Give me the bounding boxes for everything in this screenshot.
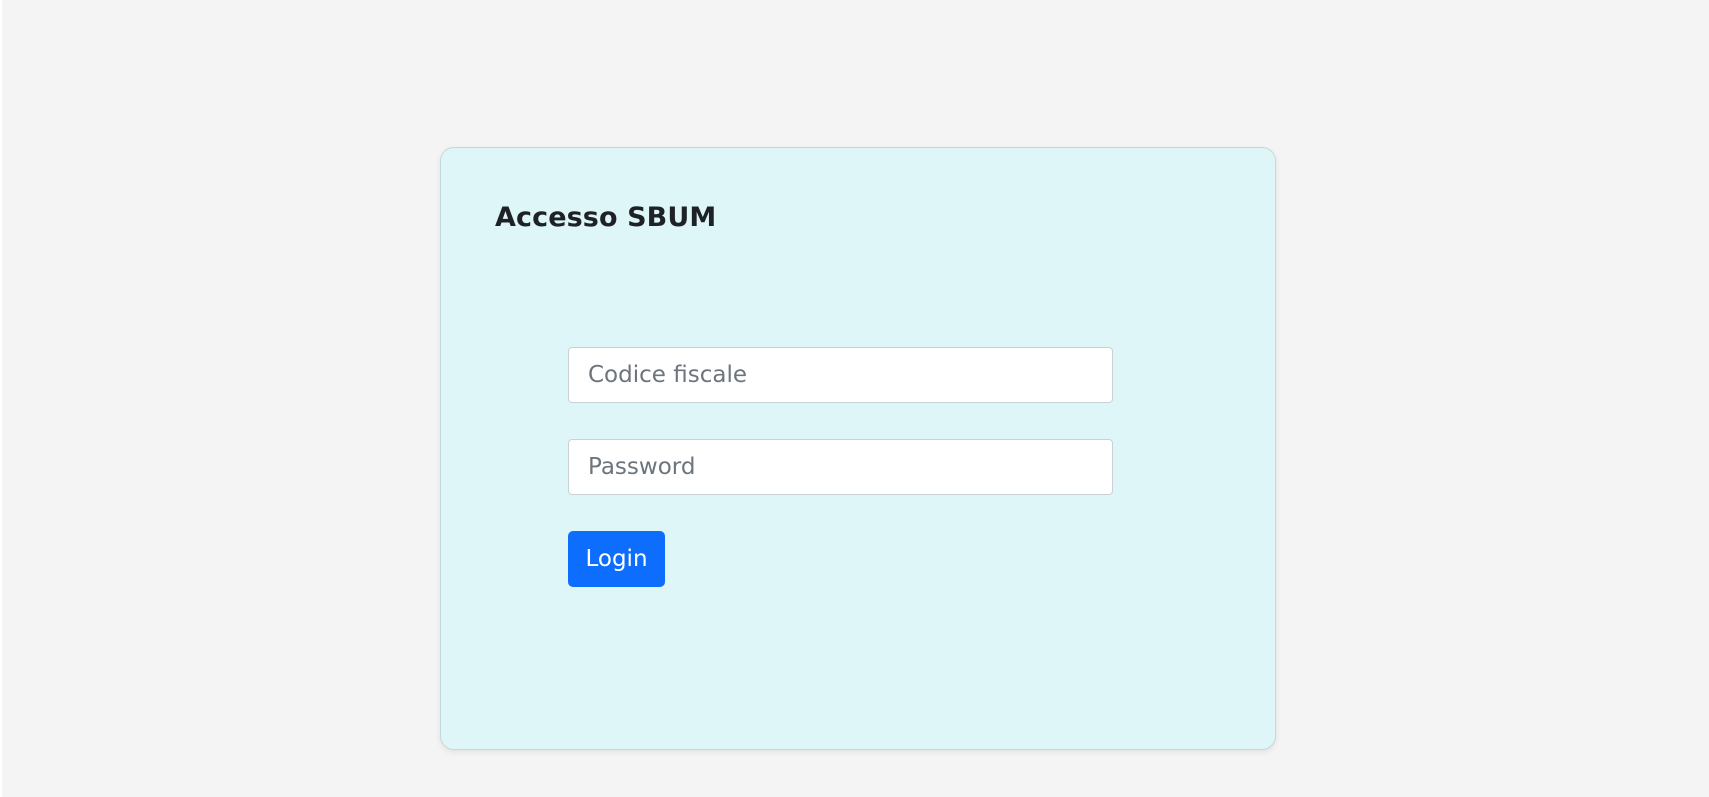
password-input[interactable]: [568, 439, 1113, 495]
login-title: Accesso SBUM: [495, 202, 717, 233]
login-form: Login: [568, 347, 1113, 587]
page-background: Accesso SBUM Login: [2, 0, 1709, 797]
login-button[interactable]: Login: [568, 531, 665, 587]
fiscal-code-input[interactable]: [568, 347, 1113, 403]
login-card: Accesso SBUM Login: [440, 147, 1276, 750]
